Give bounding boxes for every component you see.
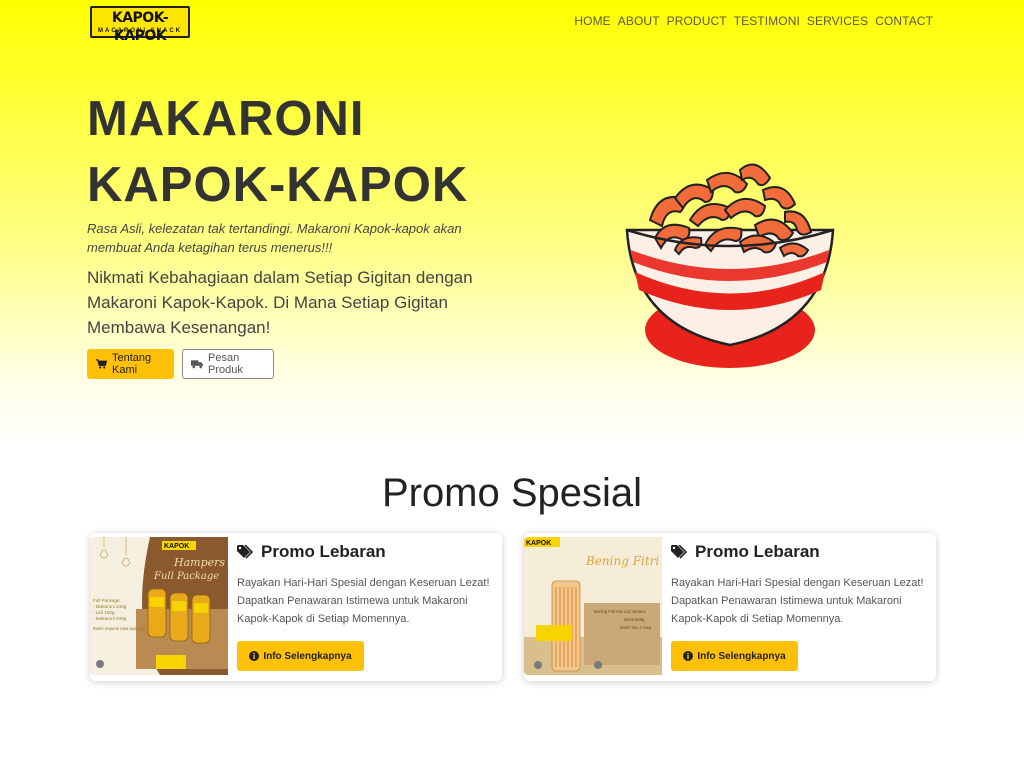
image-brand-text: KAPOK (164, 543, 189, 550)
hero-title: MAKARONI KAPOK-KAPOK (87, 86, 547, 218)
about-button[interactable]: Tentang Kami (87, 349, 174, 379)
about-button-label: Tentang Kami (112, 352, 152, 376)
promo-card-title-text: Promo Lebaran (695, 542, 820, 561)
image-note: Boleh request rasa apa saja (93, 626, 146, 631)
nav-home[interactable]: HOME (574, 14, 610, 28)
image-weight: Berat 500g (624, 617, 645, 622)
instagram-icon (594, 661, 602, 669)
image-list-head: Full Package: (93, 598, 121, 603)
navbar: KAPOK-KAPOK MACARONI SNACK HOME ABOUT PR… (0, 0, 1024, 44)
info-button[interactable]: Info Selengkapnya (671, 641, 798, 671)
tags-icon (237, 545, 254, 559)
image-list-1: - Makaroni 240g (93, 604, 127, 609)
whatsapp-icon (534, 661, 542, 669)
whatsapp-icon (96, 660, 104, 668)
promo-card-title-text: Promo Lebaran (261, 542, 386, 561)
nav-contact[interactable]: CONTACT (875, 14, 933, 28)
info-button-label: Info Selengkapnya (263, 650, 352, 662)
image-title-1: Hampers (173, 556, 225, 569)
logo-subtitle: MACARONI SNACK (98, 28, 182, 34)
promo-card-title: Promo Lebaran (671, 542, 820, 562)
hero-title-line2: KAPOK-KAPOK (87, 158, 469, 212)
promo-card: KAPOK Hampers Full Package Full Package:… (90, 533, 502, 681)
hampers-product-image: KAPOK Hampers Full Package Full Package:… (90, 537, 228, 675)
hero-description: Nikmati Kebahagiaan dalam Setiap Gigitan… (87, 268, 473, 337)
nav-about[interactable]: ABOUT (618, 14, 660, 28)
image-note: Boleh mix 2 rasa (620, 625, 652, 630)
image-brand-text: KAPOK (526, 540, 551, 547)
promo-card-title: Promo Lebaran (237, 542, 386, 562)
image-list-3: - Makaroni 240g (93, 616, 127, 621)
info-circle-icon (249, 651, 260, 661)
image-title-2: Full Package (153, 571, 219, 582)
order-button-label: Pesan Produk (208, 352, 243, 376)
order-button[interactable]: Pesan Produk (182, 349, 274, 379)
promo-image-hampers[interactable]: KAPOK Hampers Full Package Full Package:… (90, 537, 228, 675)
brand-logo[interactable]: KAPOK-KAPOK MACARONI SNACK (90, 6, 190, 44)
promo-image-bening-fitri[interactable]: KAPOK Bening Fitri Bening Fitri Mix Lidi… (524, 537, 662, 675)
nav-services[interactable]: SERVICES (807, 14, 868, 28)
macaroni-bowl-illustration (625, 163, 835, 368)
nav-product[interactable]: PRODUCT (667, 14, 727, 28)
promo-heading: Promo Spesial (381, 471, 643, 515)
hero-tagline: Rasa Asli, kelezatan tak tertandingi. Ma… (87, 221, 462, 255)
info-circle-icon (683, 651, 694, 661)
hero-title-line1: MAKARONI (87, 92, 365, 146)
truck-icon (191, 360, 203, 369)
promo-card: KAPOK Bening Fitri Bening Fitri Mix Lidi… (524, 533, 936, 681)
bening-fitri-product-image: KAPOK Bening Fitri Bening Fitri Mix Lidi… (524, 537, 662, 675)
image-list-2: - Lidi 150g (93, 610, 115, 615)
promo-card-text: Rayakan Hari-Hari Spesial dengan Keserua… (237, 577, 490, 625)
cart-icon (96, 359, 107, 369)
promo-card-text: Rayakan Hari-Hari Spesial dengan Keserua… (671, 577, 924, 625)
tags-icon (671, 545, 688, 559)
info-button-label: Info Selengkapnya (697, 650, 786, 662)
info-button[interactable]: Info Selengkapnya (237, 641, 364, 671)
image-title: Bening Fitri (585, 554, 659, 568)
image-caption: Bening Fitri Mix Lidi Varians (594, 609, 646, 614)
nav-testimoni[interactable]: TESTIMONI (734, 14, 800, 28)
nav-menu: HOME ABOUT PRODUCT TESTIMONI SERVICES CO… (574, 14, 933, 28)
